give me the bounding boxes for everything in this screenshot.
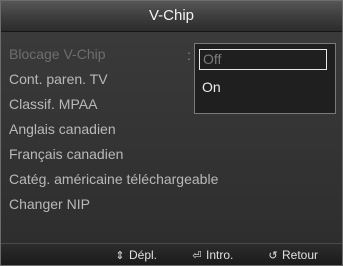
navigate-hint: ⇕ Dépl. <box>114 244 158 265</box>
enter-hint: ⏎ Intro. <box>191 244 234 265</box>
option-off[interactable]: Off <box>199 49 327 70</box>
up-down-arrow-icon: ⇕ <box>115 249 125 262</box>
vchip-menu: Blocage V-Chip Cont. paren. TV Classif. … <box>9 42 218 217</box>
window-title: V-Chip <box>1 1 342 32</box>
return-hint: ↺ Retour <box>267 244 319 265</box>
return-label: Retour <box>282 248 319 262</box>
menu-item-tv-parental[interactable]: Cont. paren. TV <box>9 67 218 92</box>
option-on[interactable]: On <box>199 77 327 98</box>
menu-item-canadian-english[interactable]: Anglais canadien <box>9 117 218 142</box>
value-separator: : <box>187 47 191 63</box>
v-chip-lock-dropdown[interactable]: Off On <box>194 43 336 114</box>
menu-item-downloadable-us-rating[interactable]: Catég. américaine téléchargeable <box>9 167 218 192</box>
menu-panel: Blocage V-Chip Cont. paren. TV Classif. … <box>1 32 342 243</box>
enter-label: Intro. <box>206 248 234 262</box>
vchip-window: V-Chip Blocage V-Chip Cont. paren. TV Cl… <box>0 0 343 266</box>
menu-item-canadian-french[interactable]: Français canadien <box>9 142 218 167</box>
navigate-label: Dépl. <box>129 248 158 262</box>
footer-hints: ⇕ Dépl. ⏎ Intro. ↺ Retour <box>1 243 342 265</box>
menu-item-change-pin[interactable]: Changer NIP <box>9 192 218 217</box>
enter-icon: ⏎ <box>192 249 202 262</box>
return-icon: ↺ <box>268 249 278 262</box>
menu-item-mpaa-rating[interactable]: Classif. MPAA <box>9 92 218 117</box>
